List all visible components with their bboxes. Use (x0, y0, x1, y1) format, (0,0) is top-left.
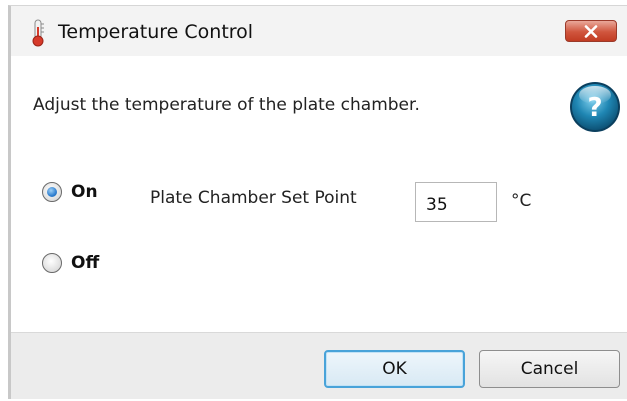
ok-button[interactable]: OK (324, 350, 465, 388)
svg-text:?: ? (587, 93, 602, 123)
temperature-control-dialog: Temperature Control Adjust the temperatu… (8, 5, 627, 399)
instruction-text: Adjust the temperature of the plate cham… (33, 95, 420, 115)
unit-label: °C (511, 191, 532, 211)
button-bar: OK Cancel (11, 332, 627, 399)
title-bar[interactable]: Temperature Control (11, 6, 627, 56)
help-icon[interactable]: ? (568, 80, 622, 134)
cancel-button[interactable]: Cancel (479, 350, 620, 388)
close-icon (584, 25, 598, 38)
window-title: Temperature Control (58, 21, 254, 43)
radio-on[interactable]: On (42, 182, 98, 202)
radio-off-indicator[interactable] (42, 253, 62, 273)
radio-off[interactable]: Off (42, 253, 99, 273)
setpoint-label: Plate Chamber Set Point (150, 188, 357, 208)
radio-on-indicator[interactable] (42, 182, 62, 202)
setpoint-input[interactable] (415, 182, 497, 222)
radio-off-label[interactable]: Off (71, 253, 99, 273)
radio-on-label[interactable]: On (71, 182, 98, 202)
thermometer-icon (29, 19, 47, 47)
close-button[interactable] (565, 20, 617, 42)
